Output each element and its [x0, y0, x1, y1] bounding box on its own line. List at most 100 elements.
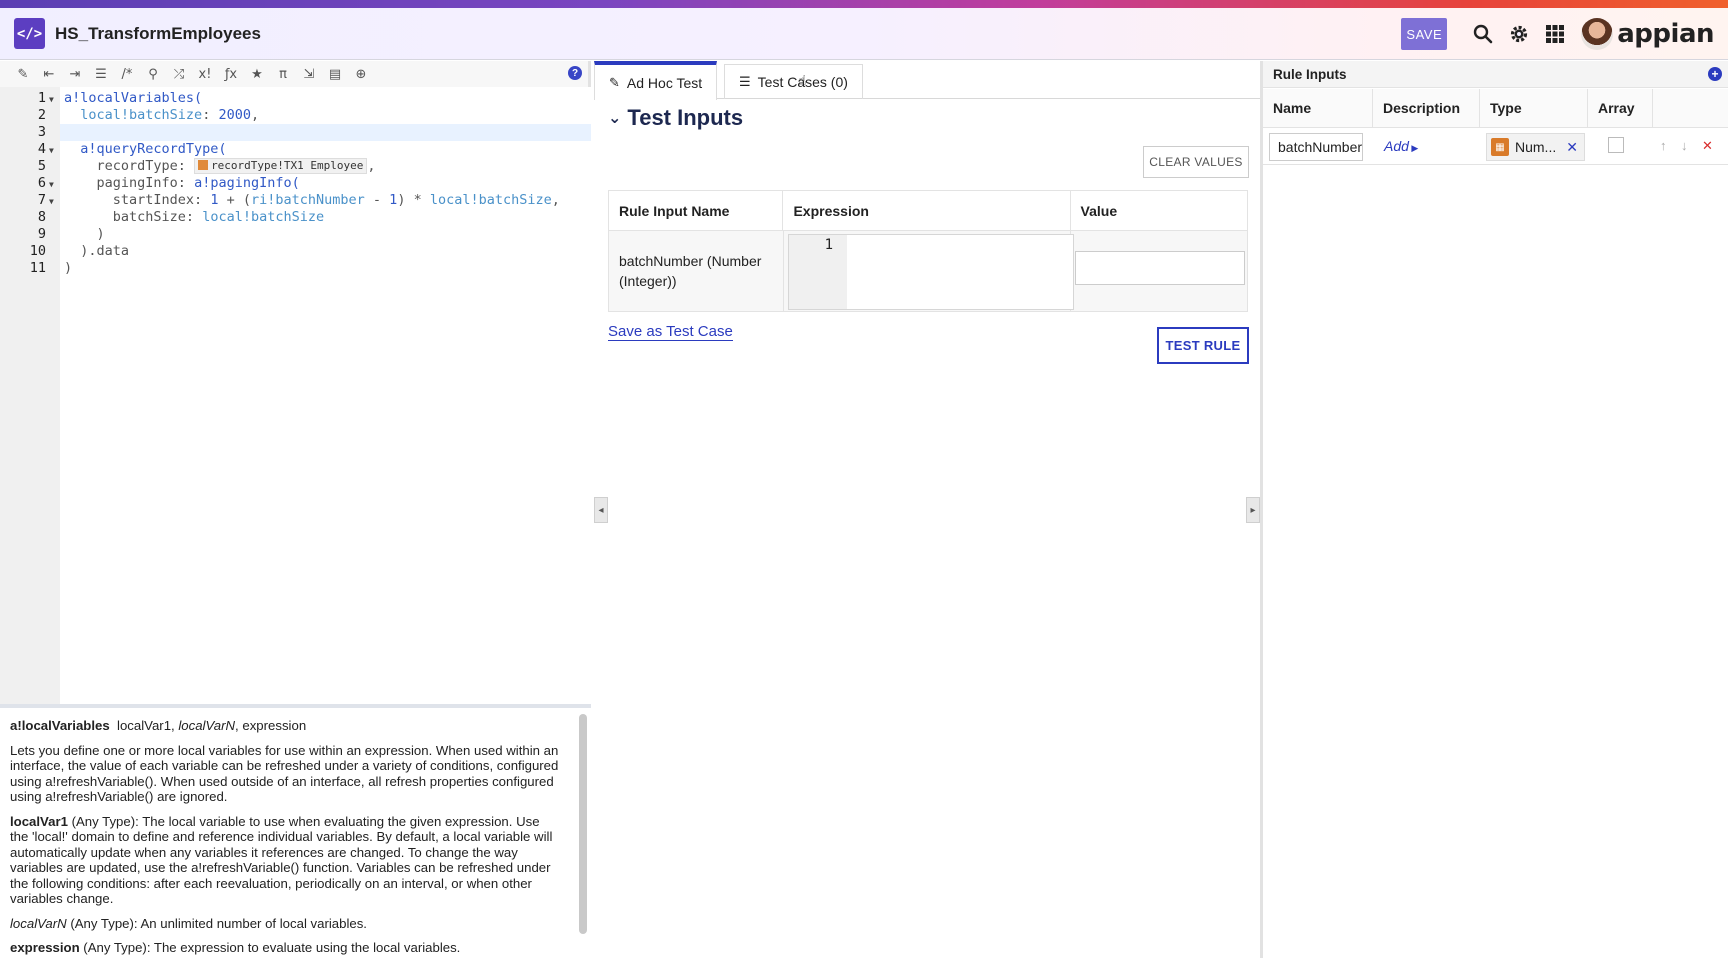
code-line[interactable]: 5 recordType: recordType!TX1 Employee,: [0, 158, 591, 175]
rule-input-name-field[interactable]: batchNumber: [1269, 133, 1363, 161]
page-title: HS_TransformEmployees: [55, 23, 261, 43]
record-type-chip[interactable]: recordType!TX1 Employee: [194, 158, 368, 174]
fold-arrow-icon[interactable]: ▼: [49, 176, 54, 193]
number-type-icon: ▦: [1491, 138, 1509, 156]
header-actions: SAVE appian: [1401, 8, 1728, 60]
save-as-test-case-link[interactable]: Save as Test Case: [608, 323, 733, 341]
code-line[interactable]: 3: [0, 124, 591, 141]
export-icon[interactable]: ⇲: [296, 63, 322, 85]
code-token: a!queryRecordType(: [80, 141, 227, 157]
expression-input[interactable]: 1: [788, 234, 1074, 310]
column-header: Value: [1080, 203, 1118, 219]
search-icon[interactable]: [1465, 16, 1501, 52]
delete-icon[interactable]: ✕: [1702, 138, 1713, 154]
tab-label: Ad Hoc Test: [626, 74, 703, 91]
code-line[interactable]: 6 ▼ pagingInfo: a!pagingInfo(: [0, 175, 591, 192]
line-number: 1: [789, 235, 847, 309]
code-token: ,: [551, 192, 560, 208]
arrow-up-icon[interactable]: ↑: [1660, 138, 1667, 153]
array-checkbox[interactable]: [1608, 137, 1624, 153]
code-line[interactable]: 4 ▼ a!queryRecordType(: [0, 141, 591, 158]
code-token: a!localVariables(: [64, 90, 203, 106]
docs-description: Lets you define one or more local variab…: [10, 742, 559, 805]
apps-grid-icon[interactable]: [1537, 16, 1573, 52]
function-icon[interactable]: ƒx: [218, 63, 244, 85]
code-token: ): [64, 260, 73, 276]
line-number: 8: [37, 209, 46, 225]
shuffle-icon[interactable]: ⤮: [166, 63, 192, 85]
grid-header: Rule Input Name Expression Value: [609, 191, 1247, 231]
gear-icon[interactable]: [1501, 16, 1537, 52]
avatar[interactable]: [1581, 18, 1614, 50]
docs-param-desc: (Any Type): An unlimited number of local…: [66, 915, 367, 931]
expression-editor-pane: ✎ ⇤ ⇥ ☰ /* ⚲ ⤮ x! ƒx ★ π ⇲ ▤ ⊕ ? 1 ▼ a!lo…: [0, 61, 591, 958]
code-editor[interactable]: 1 ▼ a!localVariables( 2 local!batchSize: …: [0, 87, 591, 704]
edit-icon: ✎: [609, 74, 620, 90]
code-line[interactable]: 7 ▼ startIndex: 1 + (ri!batchNumber - 1) …: [0, 192, 591, 209]
code-line[interactable]: 11 ): [0, 260, 591, 277]
docs-function-name: a!localVariables: [10, 718, 110, 733]
docs-param-name: localVarN: [10, 915, 67, 931]
add-description-link[interactable]: Add ▶: [1384, 138, 1418, 154]
line-number: 5: [37, 158, 46, 174]
line-number: 11: [29, 260, 46, 276]
test-inputs-header[interactable]: ⌄ Test Inputs: [608, 105, 743, 131]
value-input[interactable]: [1075, 251, 1245, 285]
code-line[interactable]: 9 ): [0, 226, 591, 243]
globe-icon[interactable]: ⊕: [348, 63, 374, 85]
code-token: + (: [218, 192, 251, 208]
indent-icon[interactable]: ⇥: [62, 63, 88, 85]
add-icon[interactable]: +: [1708, 67, 1722, 81]
clear-values-button[interactable]: CLEAR VALUES: [1143, 146, 1249, 178]
code-line[interactable]: 8 batchSize: local!batchSize: [0, 209, 591, 226]
tab-test-cases[interactable]: ☰ Test Cases (0): [724, 64, 863, 99]
type-picker[interactable]: ▦ Num... ✕: [1486, 133, 1585, 161]
chevron-down-icon: ⌄: [608, 110, 622, 127]
outdent-icon[interactable]: ⇤: [36, 63, 62, 85]
docs-param-desc: (Any Type): The expression to evaluate u…: [79, 940, 461, 955]
collapse-left-icon[interactable]: ◂: [594, 497, 608, 523]
fold-arrow-icon[interactable]: ▼: [49, 142, 54, 159]
collapse-right-icon[interactable]: ▸: [1246, 497, 1260, 523]
code-token: ri!batchNumber: [250, 192, 365, 208]
code-line[interactable]: 10 ).data: [0, 243, 591, 260]
code-line[interactable]: 1 ▼ a!localVariables(: [0, 90, 591, 107]
expression-icon[interactable]: x!: [192, 63, 218, 85]
close-icon[interactable]: ✕: [1566, 139, 1578, 156]
find-icon[interactable]: ⚲: [140, 63, 166, 85]
function-docs: a!localVariables localVar1, localVarN, e…: [0, 708, 591, 958]
line-number: 3: [37, 124, 46, 140]
save-button[interactable]: SAVE: [1401, 18, 1448, 50]
pi-icon[interactable]: π: [270, 63, 296, 85]
help-icon[interactable]: ?: [568, 66, 582, 80]
wand-icon[interactable]: ✎: [10, 63, 36, 85]
code-icon: </>: [14, 18, 45, 49]
rule-input-name: batchNumber (Number (Integer)): [609, 231, 784, 311]
list-icon[interactable]: ☰: [88, 63, 114, 85]
record-type-icon: [198, 160, 209, 170]
column-header: Type: [1480, 89, 1588, 127]
table-row: batchNumber Add ▶ ▦ Num... ✕ ↑ ↓ ✕: [1263, 128, 1728, 165]
star-icon[interactable]: ★: [244, 63, 270, 85]
section-title: Test Inputs: [627, 105, 744, 130]
code-token: recordType:: [96, 158, 195, 174]
fold-arrow-icon[interactable]: ▼: [49, 193, 54, 210]
fold-arrow-icon[interactable]: ▼: [49, 91, 54, 108]
column-header: Rule Input Name: [609, 191, 784, 230]
code-line[interactable]: 2 local!batchSize: 2000,: [0, 107, 591, 124]
record-icon[interactable]: ▤: [322, 63, 348, 85]
rule-inputs-pane: Rule Inputs + Name Description Type Arra…: [1260, 61, 1728, 958]
brand-logo: appian: [1617, 19, 1714, 49]
rule-inputs-title: Rule Inputs: [1263, 61, 1728, 88]
tab-ad-hoc-test[interactable]: ✎ Ad Hoc Test: [594, 61, 718, 100]
code-token: :: [202, 107, 219, 123]
editor-toolbar: ✎ ⇤ ⇥ ☰ /* ⚲ ⤮ x! ƒx ★ π ⇲ ▤ ⊕ ?: [0, 61, 588, 87]
list-icon: ☰: [739, 74, 751, 89]
test-rule-button[interactable]: TEST RULE: [1157, 327, 1249, 364]
record-type-label: recordType!TX1 Employee: [211, 159, 364, 172]
docs-scrollbar[interactable]: [579, 714, 587, 934]
docs-signature: a!localVariables localVar1, localVarN, e…: [10, 718, 561, 734]
rule-inputs-header: Name Description Type Array: [1263, 89, 1728, 128]
arrow-down-icon[interactable]: ↓: [1681, 138, 1688, 153]
comment-icon[interactable]: /*: [114, 63, 140, 85]
